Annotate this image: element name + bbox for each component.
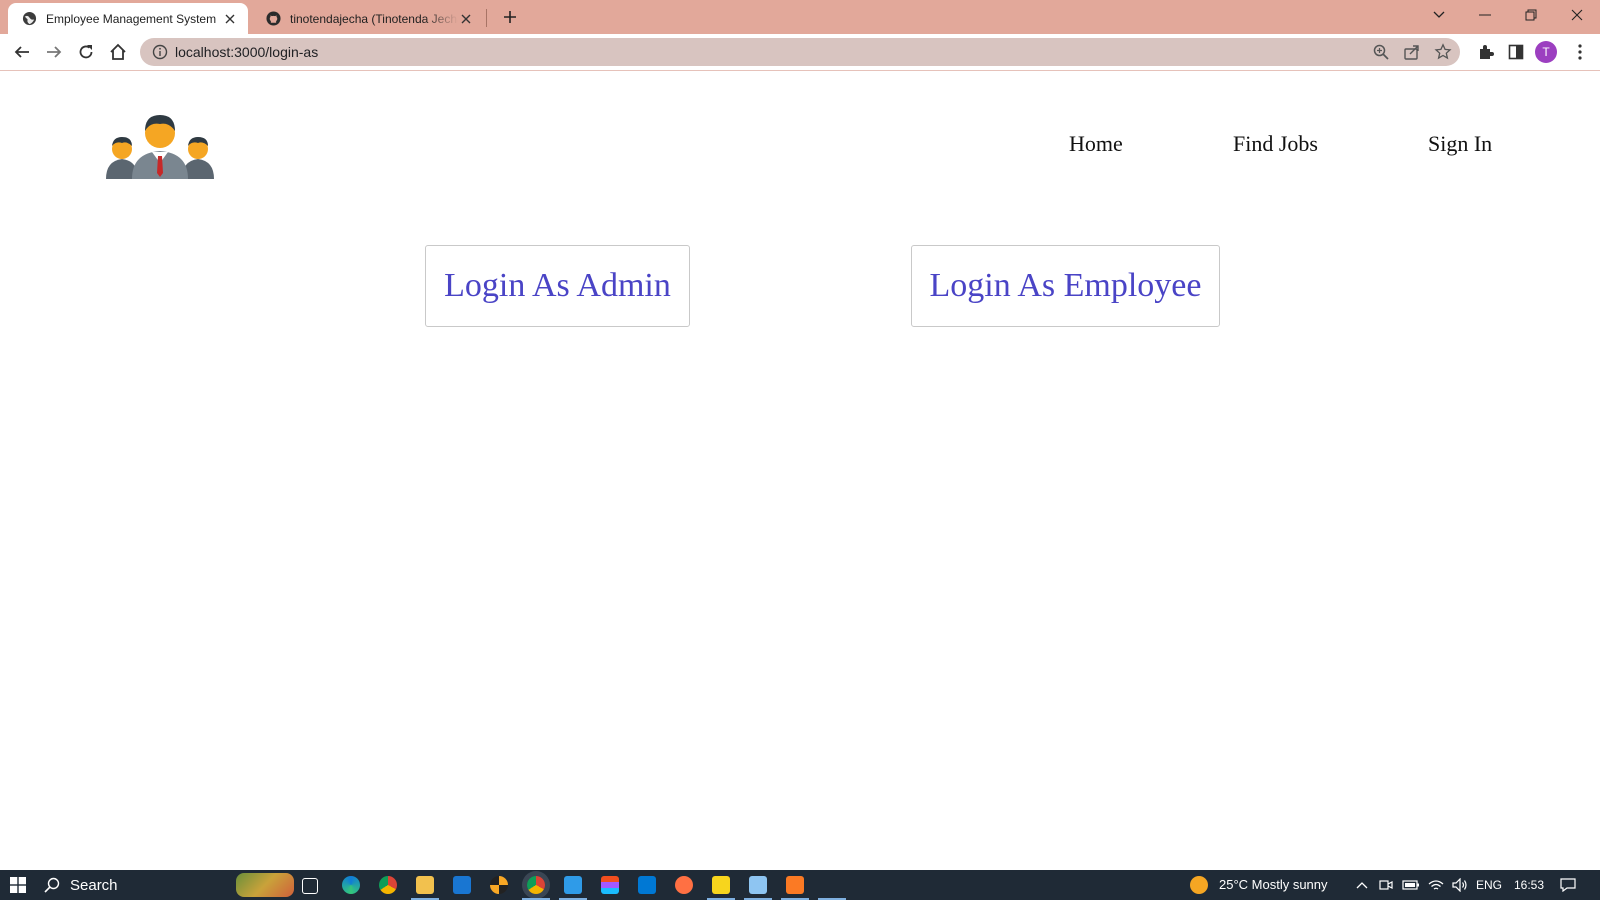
mail-icon[interactable] <box>453 876 471 894</box>
clock-time[interactable]: 16:53 <box>1514 870 1544 900</box>
restore-icon[interactable] <box>1508 0 1554 30</box>
back-arrow-icon[interactable] <box>10 40 34 64</box>
zoom-icon[interactable] <box>1372 43 1390 61</box>
edge-browser-icon[interactable] <box>342 876 360 894</box>
taskbar-search-label: Search <box>70 876 118 894</box>
sticky-notes-icon[interactable] <box>712 876 730 894</box>
windows-taskbar: Search 25°C Mostly sunny ENG 16:53 <box>0 870 1600 900</box>
weather-sun-icon[interactable] <box>1190 876 1208 894</box>
page-content: Home Find Jobs Sign In Login As Admin Lo… <box>0 71 1600 870</box>
share-icon[interactable] <box>1403 43 1421 61</box>
notification-center-icon[interactable] <box>1556 870 1580 900</box>
tab-title: Employee Management System <box>46 11 217 26</box>
login-as-employee-button[interactable]: Login As Employee <box>911 245 1220 327</box>
volume-icon[interactable] <box>1450 870 1470 900</box>
search-icon <box>44 877 60 893</box>
site-info-icon[interactable] <box>152 44 168 60</box>
file-explorer-icon[interactable] <box>416 876 434 894</box>
extensions-puzzle-icon[interactable] <box>1474 40 1498 64</box>
taskbar-search-box[interactable]: Search <box>44 870 234 900</box>
language-indicator[interactable]: ENG <box>1476 870 1502 900</box>
app-icon[interactable] <box>490 876 508 894</box>
search-highlight-image <box>236 873 294 897</box>
wifi-icon[interactable] <box>1426 870 1446 900</box>
tab-employee-management[interactable]: Employee Management System <box>8 3 248 34</box>
show-hidden-icons-chevron-icon[interactable] <box>1354 870 1370 900</box>
forward-arrow-icon[interactable] <box>42 40 66 64</box>
close-icon[interactable] <box>222 11 238 27</box>
tab-github-profile[interactable]: tinotendajecha (Tinotenda Jecha) <box>252 3 484 34</box>
nav-home-link[interactable]: Home <box>1069 131 1123 157</box>
battery-icon[interactable] <box>1400 870 1422 900</box>
minimize-icon[interactable] <box>1462 0 1508 30</box>
nav-sign-in-link[interactable]: Sign In <box>1428 131 1492 157</box>
browser-tab-strip: Employee Management System tinotendajech… <box>0 0 1600 34</box>
tab-search-chevron-icon[interactable] <box>1416 0 1462 30</box>
vscode-icon[interactable] <box>564 876 582 894</box>
figma-icon[interactable] <box>601 876 619 894</box>
task-view-icon[interactable] <box>302 878 318 894</box>
reload-icon[interactable] <box>74 40 98 64</box>
address-bar[interactable]: localhost:3000/login-as <box>140 38 1460 66</box>
kebab-menu-icon[interactable] <box>1568 40 1592 64</box>
tab-separator <box>486 9 487 27</box>
xampp-icon[interactable] <box>786 876 804 894</box>
browser-toolbar: localhost:3000/login-as T <box>0 34 1600 71</box>
chrome-icon[interactable] <box>379 876 397 894</box>
chrome-active-icon[interactable] <box>527 876 545 894</box>
team-people-logo-icon[interactable] <box>106 107 214 179</box>
login-as-admin-button[interactable]: Login As Admin <box>425 245 690 327</box>
weather-text[interactable]: 25°C Mostly sunny <box>1219 870 1328 900</box>
close-icon[interactable] <box>458 11 474 27</box>
side-panel-icon[interactable] <box>1504 40 1528 64</box>
close-window-icon[interactable] <box>1554 0 1600 30</box>
profile-avatar[interactable]: T <box>1535 41 1557 63</box>
store-icon[interactable] <box>638 876 656 894</box>
new-tab-plus-icon[interactable] <box>500 7 520 27</box>
home-icon[interactable] <box>106 40 130 64</box>
tab-title: tinotendajecha (Tinotenda Jecha) <box>290 11 458 26</box>
globe-icon <box>22 11 37 26</box>
meet-now-icon[interactable] <box>1378 870 1394 900</box>
app-icon[interactable] <box>675 876 693 894</box>
notepad-icon[interactable] <box>749 876 767 894</box>
nav-find-jobs-link[interactable]: Find Jobs <box>1233 131 1318 157</box>
bookmark-star-icon[interactable] <box>1434 43 1452 61</box>
url-text[interactable]: localhost:3000/login-as <box>175 38 318 66</box>
windows-start-icon[interactable] <box>0 870 36 900</box>
github-icon <box>266 11 281 26</box>
